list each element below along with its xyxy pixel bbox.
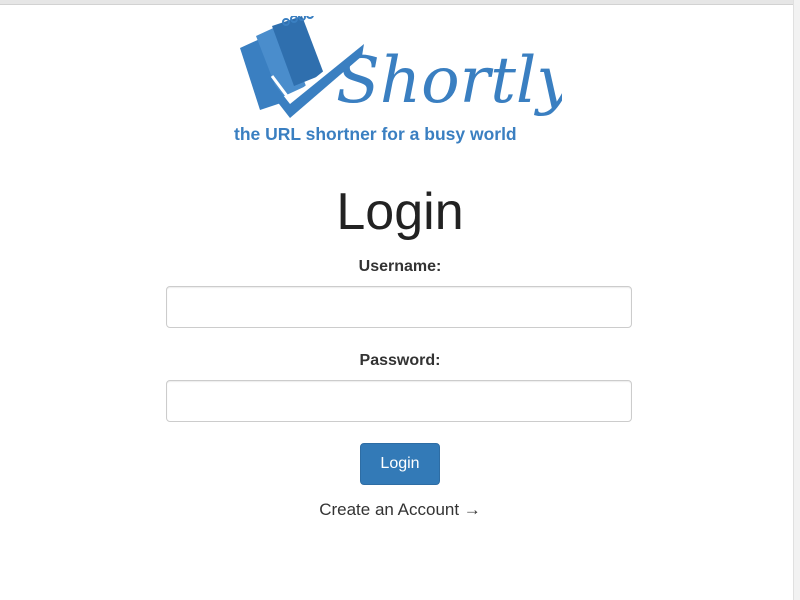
shortly-logo: Shortly the URL shortner for a busy worl…: [232, 16, 562, 146]
create-account-link[interactable]: Create an Account →: [0, 500, 800, 520]
brand-tagline: the URL shortner for a busy world: [234, 124, 517, 144]
username-input[interactable]: [166, 286, 632, 328]
password-label: Password:: [359, 352, 441, 369]
window-top-border: [0, 0, 800, 5]
password-input[interactable]: [166, 380, 632, 422]
brand-wordmark: Shortly: [336, 44, 562, 118]
notepad-checkmark-logo-icon: Shortly the URL shortner for a busy worl…: [234, 16, 562, 144]
login-button[interactable]: Login: [360, 443, 440, 485]
username-label: Username:: [358, 258, 442, 275]
page-title: Login: [336, 183, 464, 241]
